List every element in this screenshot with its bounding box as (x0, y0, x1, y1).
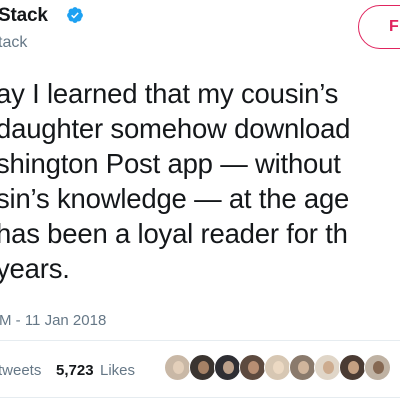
tweet-line: ay I learned that my cousin’s (0, 78, 339, 109)
avatar-face (223, 361, 234, 374)
avatar-face (198, 361, 209, 374)
user-handle[interactable]: tack (0, 34, 27, 52)
liker-avatar[interactable] (264, 354, 291, 381)
liker-avatar[interactable] (164, 354, 191, 381)
likes-count[interactable]: 5,723 (56, 362, 94, 379)
liker-avatar[interactable] (314, 354, 341, 381)
avatar-face (173, 361, 184, 374)
retweets-label[interactable]: tweets (0, 362, 41, 379)
tweet-line: daughter somehow download (0, 113, 351, 144)
tweet-line: has been a loyal reader for th (0, 218, 348, 249)
avatar-face (323, 361, 334, 374)
liker-avatar[interactable] (339, 354, 366, 381)
avatar-face (373, 361, 384, 374)
tweet-line: years. (0, 253, 70, 284)
divider (0, 340, 400, 341)
verified-badge-icon (67, 7, 83, 23)
liker-avatars (164, 354, 400, 382)
tweet-card: Stack tack F ay I learned that my cousin… (0, 0, 400, 400)
tweet-timestamp[interactable]: M - 11 Jan 2018 (0, 312, 106, 329)
avatar-face (248, 361, 259, 374)
display-name[interactable]: Stack (0, 5, 48, 27)
divider (0, 397, 400, 398)
tweet-line: shington Post app — without (0, 148, 341, 179)
liker-avatar[interactable] (364, 354, 391, 381)
follow-button[interactable]: F (358, 5, 400, 49)
avatar-face (298, 361, 309, 374)
likes-label[interactable]: Likes (100, 362, 135, 379)
liker-avatar[interactable] (214, 354, 241, 381)
tweet-header: Stack tack F (0, 0, 400, 60)
liker-avatar[interactable] (189, 354, 216, 381)
tweet-text: ay I learned that my cousin’s daughter s… (0, 76, 400, 286)
liker-avatar[interactable] (289, 354, 316, 381)
avatar-face (348, 361, 359, 374)
tweet-line: sin’s knowledge — at the age (0, 183, 350, 214)
liker-avatar[interactable] (239, 354, 266, 381)
avatar-face (273, 361, 284, 374)
